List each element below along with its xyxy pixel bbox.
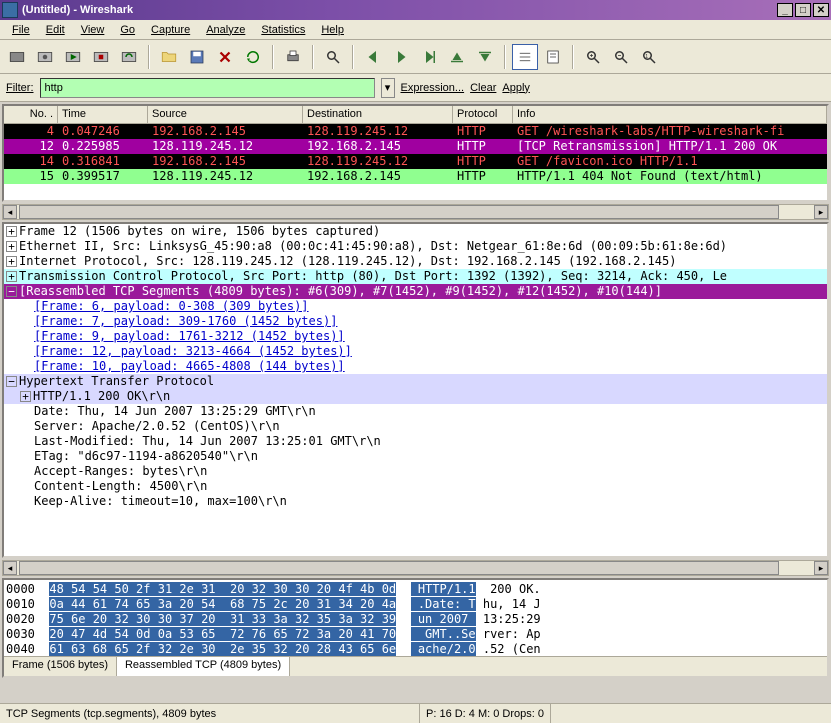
minimize-button[interactable]: _	[777, 3, 793, 17]
detail-ethernet[interactable]: +Ethernet II, Src: LinksysG_45:90:a8 (00…	[4, 239, 827, 254]
go-last-button[interactable]	[472, 44, 498, 70]
clear-button[interactable]: Clear	[470, 82, 496, 94]
interfaces-button[interactable]	[4, 44, 30, 70]
detail-ip[interactable]: +Internet Protocol, Src: 128.119.245.12 …	[4, 254, 827, 269]
toolbar-separator	[504, 45, 506, 69]
packet-list-header: No. . Time Source Destination Protocol I…	[4, 106, 827, 124]
packet-details: +Frame 12 (1506 bytes on wire, 1506 byte…	[2, 222, 829, 558]
col-info[interactable]: Info	[513, 106, 827, 123]
col-protocol[interactable]: Protocol	[453, 106, 513, 123]
status-left: TCP Segments (tcp.segments), 4809 bytes	[0, 704, 420, 723]
window-title: (Untitled) - Wireshark	[22, 4, 777, 16]
auto-scroll-button[interactable]	[540, 44, 566, 70]
reload-button[interactable]	[240, 44, 266, 70]
go-to-button[interactable]	[416, 44, 442, 70]
go-forward-button[interactable]	[388, 44, 414, 70]
filter-dropdown-icon[interactable]: ▾	[381, 78, 395, 98]
detail-http-line[interactable]: Accept-Ranges: bytes\r\n	[4, 464, 827, 479]
hex-tab-reassembled[interactable]: Reassembled TCP (4809 bytes)	[117, 657, 290, 676]
stop-capture-button[interactable]	[88, 44, 114, 70]
close-button[interactable]: ✕	[813, 3, 829, 17]
zoom-reset-button[interactable]: 1	[636, 44, 662, 70]
packet-row[interactable]: 140.316841192.168.2.145128.119.245.12HTT…	[4, 154, 827, 169]
detail-http[interactable]: −Hypertext Transfer Protocol	[4, 374, 827, 389]
detail-frame[interactable]: +Frame 12 (1506 bytes on wire, 1506 byte…	[4, 224, 827, 239]
col-source[interactable]: Source	[148, 106, 303, 123]
menu-view[interactable]: View	[73, 22, 113, 38]
packet-list: No. . Time Source Destination Protocol I…	[2, 104, 829, 202]
menu-analyze[interactable]: Analyze	[198, 22, 253, 38]
zoom-out-button[interactable]	[608, 44, 634, 70]
restart-capture-button[interactable]	[116, 44, 142, 70]
detail-http-line[interactable]: Content-Length: 4500\r\n	[4, 479, 827, 494]
detail-http-line[interactable]: Server: Apache/2.0.52 (CentOS)\r\n	[4, 419, 827, 434]
col-no[interactable]: No. .	[4, 106, 58, 123]
packet-row[interactable]: 150.399517128.119.245.12192.168.2.145HTT…	[4, 169, 827, 184]
packet-list-hscroll[interactable]: ◂▸	[2, 204, 829, 220]
detail-frame-link[interactable]: [Frame: 6, payload: 0-308 (309 bytes)]	[4, 299, 827, 314]
save-button[interactable]	[184, 44, 210, 70]
toolbar-separator	[272, 45, 274, 69]
toolbar-separator	[572, 45, 574, 69]
start-capture-button[interactable]	[60, 44, 86, 70]
menubar: File Edit View Go Capture Analyze Statis…	[0, 20, 831, 40]
toolbar-separator	[312, 45, 314, 69]
hex-row[interactable]: 0010 0a 44 61 74 65 3a 20 54 68 75 2c 20…	[6, 597, 825, 612]
hex-row[interactable]: 0030 20 47 4d 54 0d 0a 53 65 72 76 65 72…	[6, 627, 825, 642]
open-button[interactable]	[156, 44, 182, 70]
colorize-button[interactable]	[512, 44, 538, 70]
zoom-in-button[interactable]	[580, 44, 606, 70]
detail-frame-link[interactable]: [Frame: 12, payload: 3213-4664 (1452 byt…	[4, 344, 827, 359]
packet-row[interactable]: 120.225985128.119.245.12192.168.2.145HTT…	[4, 139, 827, 154]
details-hscroll[interactable]: ◂▸	[2, 560, 829, 576]
detail-frame-link[interactable]: [Frame: 7, payload: 309-1760 (1452 bytes…	[4, 314, 827, 329]
find-button[interactable]	[320, 44, 346, 70]
svg-text:1: 1	[645, 53, 648, 59]
packet-row[interactable]: 40.047246192.168.2.145128.119.245.12HTTP…	[4, 124, 827, 139]
filter-label[interactable]: Filter:	[6, 82, 34, 94]
go-first-button[interactable]	[444, 44, 470, 70]
menu-go[interactable]: Go	[112, 22, 143, 38]
hex-row[interactable]: 0020 75 6e 20 32 30 30 37 20 31 33 3a 32…	[6, 612, 825, 627]
detail-tcp[interactable]: +Transmission Control Protocol, Src Port…	[4, 269, 827, 284]
menu-file[interactable]: File	[4, 22, 38, 38]
hex-tab-frame[interactable]: Frame (1506 bytes)	[4, 657, 117, 676]
options-button[interactable]	[32, 44, 58, 70]
app-icon	[2, 2, 18, 18]
toolbar-separator	[352, 45, 354, 69]
menu-edit[interactable]: Edit	[38, 22, 73, 38]
toolbar: 1	[0, 40, 831, 74]
expression-button[interactable]: Expression...	[401, 82, 465, 94]
detail-http-line[interactable]: Date: Thu, 14 Jun 2007 13:25:29 GMT\r\n	[4, 404, 827, 419]
menu-capture[interactable]: Capture	[143, 22, 198, 38]
detail-http-line[interactable]: Keep-Alive: timeout=10, max=100\r\n	[4, 494, 827, 509]
detail-http-line[interactable]: ETag: "d6c97-1194-a8620540"\r\n	[4, 449, 827, 464]
statusbar: TCP Segments (tcp.segments), 4809 bytes …	[0, 703, 831, 723]
detail-http-status[interactable]: +HTTP/1.1 200 OK\r\n	[4, 389, 827, 404]
hex-pane: 0000 48 54 54 50 2f 31 2e 31 20 32 30 30…	[2, 578, 829, 678]
apply-button[interactable]: Apply	[502, 82, 530, 94]
col-time[interactable]: Time	[58, 106, 148, 123]
detail-frame-link[interactable]: [Frame: 10, payload: 4665-4808 (144 byte…	[4, 359, 827, 374]
hex-row[interactable]: 0000 48 54 54 50 2f 31 2e 31 20 32 30 30…	[6, 582, 825, 597]
status-right: P: 16 D: 4 M: 0 Drops: 0	[420, 704, 551, 723]
go-back-button[interactable]	[360, 44, 386, 70]
filter-bar: Filter: ▾ Expression... Clear Apply	[0, 74, 831, 102]
detail-frame-link[interactable]: [Frame: 9, payload: 1761-3212 (1452 byte…	[4, 329, 827, 344]
hex-tabs: Frame (1506 bytes) Reassembled TCP (4809…	[4, 656, 827, 676]
print-button[interactable]	[280, 44, 306, 70]
menu-help[interactable]: Help	[313, 22, 352, 38]
maximize-button[interactable]: □	[795, 3, 811, 17]
menu-statistics[interactable]: Statistics	[253, 22, 313, 38]
toolbar-separator	[148, 45, 150, 69]
hex-row[interactable]: 0040 61 63 68 65 2f 32 2e 30 2e 35 32 20…	[6, 642, 825, 657]
filter-input[interactable]	[40, 78, 375, 98]
close-file-button[interactable]	[212, 44, 238, 70]
col-destination[interactable]: Destination	[303, 106, 453, 123]
detail-http-line[interactable]: Last-Modified: Thu, 14 Jun 2007 13:25:01…	[4, 434, 827, 449]
detail-reassembled[interactable]: −[Reassembled TCP Segments (4809 bytes):…	[4, 284, 827, 299]
titlebar: (Untitled) - Wireshark _ □ ✕	[0, 0, 831, 20]
